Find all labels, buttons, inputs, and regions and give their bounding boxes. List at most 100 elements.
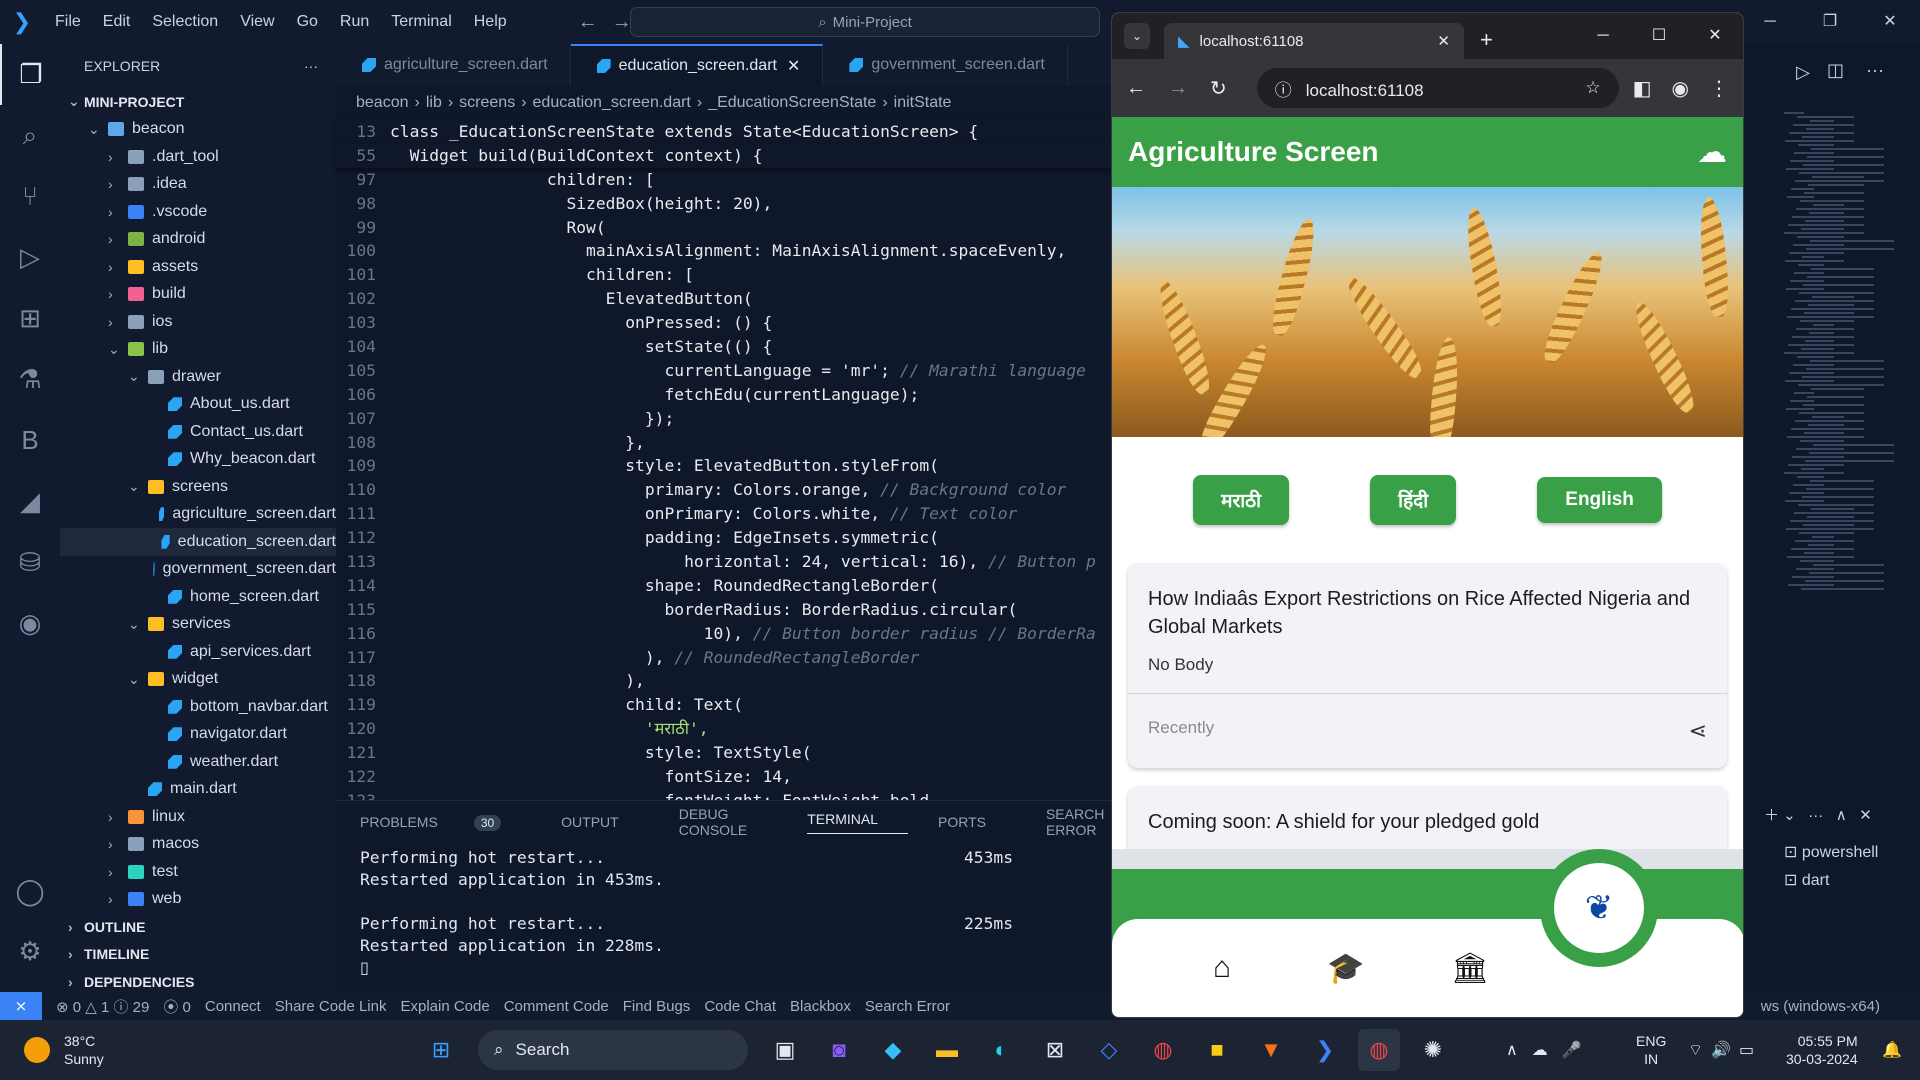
tree-item[interactable]: ⌄ lib: [60, 336, 336, 364]
tree-item[interactable]: api_services.dart: [60, 638, 336, 666]
news-card[interactable]: Coming soon: A shield for your pledged g…: [1128, 786, 1727, 849]
tree-item[interactable]: About_us.dart: [60, 391, 336, 419]
status-item[interactable]: Share Code Link: [275, 998, 387, 1015]
command-center[interactable]: ⌕ Mini-Project: [630, 7, 1100, 37]
reload-icon[interactable]: ↻: [1210, 76, 1227, 101]
breadcrumb-item[interactable]: education_screen.dart: [533, 94, 691, 112]
tree-item[interactable]: navigator.dart: [60, 721, 336, 749]
run-icon[interactable]: ▷: [1796, 62, 1810, 83]
brave-icon[interactable]: ▼: [1250, 1029, 1292, 1071]
language-button[interactable]: English: [1537, 477, 1662, 523]
panel-tab-output[interactable]: OUTPUT: [561, 814, 649, 830]
database-icon[interactable]: ⛁: [0, 532, 60, 593]
tree-item[interactable]: › web: [60, 886, 336, 914]
source-control-icon[interactable]: ⑂: [0, 166, 60, 227]
tree-item[interactable]: education_screen.dart: [60, 528, 336, 556]
code-area[interactable]: 13 class _EducationScreenState extends St…: [336, 120, 1112, 813]
menu-terminal[interactable]: Terminal: [380, 13, 462, 31]
file-explorer-icon[interactable]: ▬: [926, 1029, 968, 1071]
terminal-output[interactable]: Performing hot restart... 453ms Restarted …: [336, 843, 1112, 957]
tree-item[interactable]: › TIMELINE: [60, 941, 336, 969]
close-tab-icon[interactable]: ✕: [1437, 32, 1450, 50]
ports-status[interactable]: ⦿ 0: [163, 996, 191, 1017]
menu-edit[interactable]: Edit: [92, 13, 142, 31]
tree-item[interactable]: ⌄ services: [60, 611, 336, 639]
openai-icon[interactable]: ✺: [1412, 1029, 1454, 1071]
language-indicator[interactable]: ENG IN: [1636, 1032, 1666, 1068]
side-panel-icon[interactable]: ◧: [1633, 76, 1652, 101]
tree-item[interactable]: › build: [60, 281, 336, 309]
mysql-icon[interactable]: ◆: [872, 1029, 914, 1071]
system-tray[interactable]: ∧☁🎤: [1506, 1040, 1596, 1060]
weather-widget[interactable]: 38°C Sunny: [24, 1032, 414, 1068]
tree-item[interactable]: ⌄ screens: [60, 473, 336, 501]
sticky-notes-icon[interactable]: ■: [1196, 1029, 1238, 1071]
menu-selection[interactable]: Selection: [141, 13, 229, 31]
agriculture-leaf-icon[interactable]: ❦: [1554, 863, 1644, 953]
store-icon[interactable]: ⊠: [1034, 1029, 1076, 1071]
tree-item[interactable]: weather.dart: [60, 748, 336, 776]
testing-icon[interactable]: ⚗: [0, 349, 60, 410]
account-icon[interactable]: ◯: [0, 861, 60, 922]
terminal-list-item[interactable]: ⊡ powershell: [1784, 842, 1878, 870]
meet-icon[interactable]: ◙: [818, 1029, 860, 1071]
site-info-icon[interactable]: ⓘ: [1275, 81, 1292, 100]
panel-tab-terminal[interactable]: TERMINAL: [807, 811, 908, 834]
more-icon[interactable]: ···: [1866, 60, 1884, 81]
tree-item[interactable]: ⌄ beacon: [60, 116, 336, 144]
minimap[interactable]: [1780, 110, 1920, 650]
panel-tab-problems[interactable]: PROBLEMS 30: [360, 814, 531, 831]
tree-item[interactable]: home_screen.dart: [60, 583, 336, 611]
tree-item[interactable]: › linux: [60, 803, 336, 831]
panel-tab-ports[interactable]: PORTS: [938, 814, 1016, 830]
network-volume-battery[interactable]: ⌔🔊▭: [1688, 1040, 1762, 1060]
chrome-active-icon[interactable]: ◍: [1358, 1029, 1400, 1071]
cloud-icon[interactable]: ☁: [1697, 135, 1727, 170]
breadcrumb-item[interactable]: lib: [426, 94, 442, 112]
browser-tab[interactable]: ◣ localhost:61108 ✕: [1164, 23, 1464, 59]
tree-item[interactable]: › macos: [60, 831, 336, 859]
close-icon[interactable]: ✕: [1860, 0, 1920, 44]
close-icon[interactable]: ✕: [787, 56, 800, 76]
tree-item[interactable]: Why_beacon.dart: [60, 446, 336, 474]
tree-item[interactable]: bottom_navbar.dart: [60, 693, 336, 721]
breadcrumb-item[interactable]: beacon: [356, 94, 409, 112]
taskbar-search[interactable]: ⌕ Search: [478, 1030, 748, 1070]
status-item[interactable]: Connect: [205, 998, 261, 1015]
task-view-icon[interactable]: ▣: [764, 1029, 806, 1071]
split-editor-icon[interactable]: ◫: [1827, 60, 1844, 81]
terminal-actions[interactable]: ＋ ⌄ ··· ∧ ✕: [1764, 804, 1872, 825]
gear-icon[interactable]: ⚙: [0, 921, 60, 982]
forward-icon[interactable]: →: [1168, 77, 1188, 100]
github-icon[interactable]: ◉: [0, 593, 60, 654]
maximize-icon[interactable]: ☐: [1631, 13, 1687, 59]
share-icon[interactable]: ⋖: [1689, 718, 1707, 744]
news-card[interactable]: How Indiaâs Export Restrictions on Rice …: [1128, 563, 1727, 768]
clock[interactable]: 05:55 PM 30-03-2024: [1786, 1032, 1858, 1068]
government-icon[interactable]: 🏛: [1450, 951, 1490, 991]
menu-run[interactable]: Run: [329, 13, 380, 31]
minimize-icon[interactable]: ─: [1740, 0, 1800, 44]
close-icon[interactable]: ✕: [1687, 13, 1743, 59]
status-item[interactable]: Comment Code: [504, 998, 609, 1015]
language-button[interactable]: हिंदी: [1370, 475, 1457, 525]
menu-go[interactable]: Go: [286, 13, 329, 31]
bookmark-star-icon[interactable]: ☆: [1585, 78, 1600, 98]
status-item[interactable]: Code Chat: [704, 998, 776, 1015]
search-icon[interactable]: ⌕: [0, 105, 60, 166]
tree-item[interactable]: › assets: [60, 253, 336, 281]
status-item[interactable]: Find Bugs: [623, 998, 691, 1015]
status-right[interactable]: ws (windows-x64): [1761, 998, 1880, 1015]
terminal-list-item[interactable]: ⊡ dart: [1784, 870, 1878, 898]
address-bar[interactable]: ⓘ localhost:61108 ☆: [1256, 68, 1619, 108]
panel-tab-debug-console[interactable]: DEBUG CONSOLE: [679, 806, 777, 838]
vscode-icon[interactable]: ❯: [1304, 1029, 1346, 1071]
editor-tab[interactable]: agriculture_screen.dart: [336, 44, 571, 86]
blackbox-icon[interactable]: B: [0, 410, 60, 471]
status-item[interactable]: Blackbox: [790, 998, 851, 1015]
tree-item[interactable]: › android: [60, 226, 336, 254]
remote-icon[interactable]: ◢: [0, 471, 60, 532]
menu-view[interactable]: View: [229, 13, 285, 31]
edge-icon[interactable]: ◐: [980, 1029, 1022, 1071]
tree-item[interactable]: › OUTLINE: [60, 913, 336, 941]
